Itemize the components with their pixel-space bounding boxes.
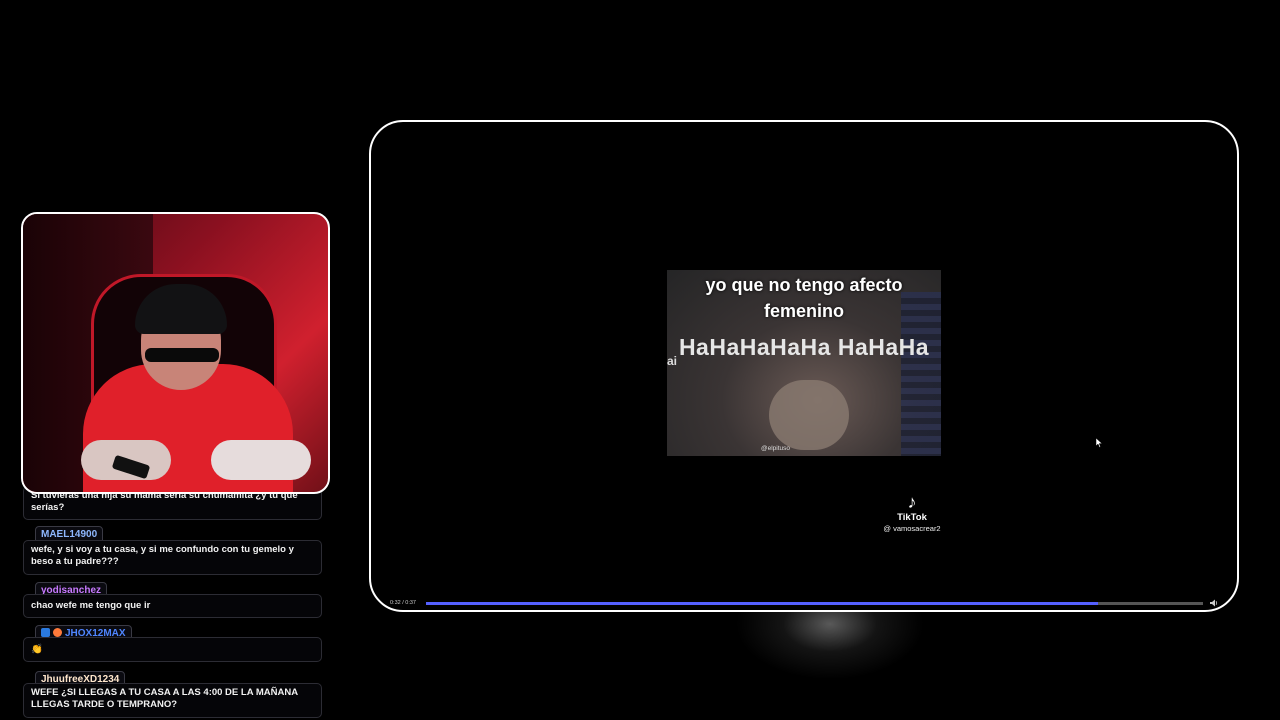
tiktok-logo-icon: ♪ xyxy=(907,492,917,512)
sub-badge-icon xyxy=(53,628,62,637)
stream-layout: Si tuvieras una hija su mamá sería su ch… xyxy=(0,0,1280,720)
seek-bar-progress xyxy=(426,602,1099,605)
clip-caption: yo que no tengo afecto femenino xyxy=(705,275,903,321)
timecode: 0:32 / 0:37 xyxy=(390,600,416,606)
chat-message-text: 👏 xyxy=(23,637,322,662)
tiktok-clip: yo que no tengo afecto femenino HaHaHaHa… xyxy=(667,270,941,456)
light-glow xyxy=(735,610,925,680)
clip-laugh-text: HaHaHaHaHa HaHaHa xyxy=(678,334,930,360)
webcam-feed xyxy=(21,212,330,494)
prime-badge-icon xyxy=(41,628,50,637)
volume-icon[interactable] xyxy=(1209,598,1219,608)
video-player[interactable]: yo que no tengo afecto femenino HaHaHaHa… xyxy=(369,120,1239,612)
streamer-arm-right xyxy=(211,440,311,480)
clip-credit: @elpituso xyxy=(761,445,791,452)
tiktok-label: TikTok xyxy=(897,512,927,523)
chat-message-text: WEFE ¿SI LLEGAS A TU CASA A LAS 4:00 DE … xyxy=(23,683,322,718)
clip-face xyxy=(769,380,849,450)
chat-panel: Si tuvieras una hija su mamá sería su ch… xyxy=(23,486,324,720)
tiktok-handle: @ vamosacrear2 xyxy=(883,524,941,533)
tiktok-watermark: ♪ TikTok @ vamosacrear2 xyxy=(876,492,948,534)
chat-message-text: chao wefe me tengo que ir xyxy=(23,594,322,618)
seek-bar[interactable] xyxy=(426,602,1203,605)
video-controls: 0:32 / 0:37 xyxy=(390,598,1218,608)
chat-message-text: wefe, y si voy a tu casa, y si me confun… xyxy=(23,540,322,575)
streamer-glasses xyxy=(145,348,219,362)
clip-edge-text: ai xyxy=(667,354,678,368)
mouse-cursor-icon xyxy=(1096,438,1103,448)
